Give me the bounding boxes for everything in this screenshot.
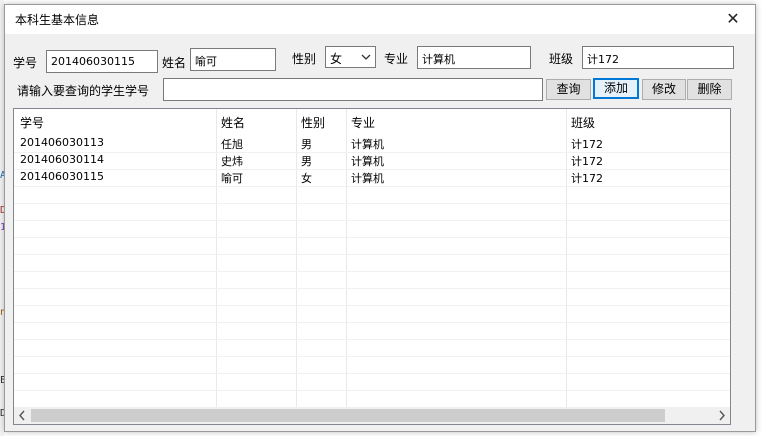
row-divider xyxy=(14,390,730,391)
add-button[interactable]: 添加 xyxy=(593,78,639,99)
cell-name: 史炜 xyxy=(221,155,243,168)
scrollbar-thumb[interactable] xyxy=(31,409,665,422)
cell-gender: 女 xyxy=(301,172,312,185)
student-info-dialog: 本科生基本信息 ✕ 学号 201406030115 姓名 喻可 性别 女 专业 … xyxy=(4,4,756,432)
search-prompt-label: 请输入要查询的学生学号 xyxy=(17,84,150,98)
cell-class: 计172 xyxy=(571,155,603,168)
row-divider xyxy=(14,339,730,340)
gender-select-value: 女 xyxy=(330,52,343,66)
window-title: 本科生基本信息 xyxy=(15,13,100,27)
row-divider xyxy=(14,373,730,374)
cell-gender: 男 xyxy=(301,138,312,151)
row-divider xyxy=(14,169,730,170)
name-label: 姓名 xyxy=(162,56,187,70)
cell-student-id: 201406030113 xyxy=(20,136,104,149)
table-row[interactable]: 201406030115 喻可 女 计算机 计172 xyxy=(14,169,730,186)
row-divider xyxy=(14,152,730,153)
cell-class: 计172 xyxy=(571,138,603,151)
cell-major: 计算机 xyxy=(351,155,384,168)
cell-name: 任旭 xyxy=(221,138,243,151)
delete-button[interactable]: 删除 xyxy=(687,79,732,100)
student-id-input[interactable]: 201406030115 xyxy=(46,50,158,73)
row-divider xyxy=(14,203,730,204)
column-header-student-id[interactable]: 学号 xyxy=(20,114,44,131)
row-divider xyxy=(14,322,730,323)
row-divider xyxy=(14,356,730,357)
row-divider xyxy=(14,271,730,272)
table-body: 201406030113 任旭 男 计算机 计172 201406030114 … xyxy=(14,135,730,186)
major-input[interactable]: 计算机 xyxy=(417,46,531,69)
student-table[interactable]: 学号 姓名 性别 专业 班级 201406030113 任旭 男 计算机 计17… xyxy=(13,108,731,425)
class-input[interactable]: 计172 xyxy=(582,46,734,69)
query-button[interactable]: 查询 xyxy=(546,79,591,100)
scroll-left-icon[interactable] xyxy=(18,410,26,421)
column-header-gender[interactable]: 性别 xyxy=(301,114,325,131)
gender-label: 性别 xyxy=(292,52,317,66)
cell-name: 喻可 xyxy=(221,172,243,185)
cell-major: 计算机 xyxy=(351,172,384,185)
name-input[interactable]: 喻可 xyxy=(190,48,276,71)
row-divider xyxy=(14,237,730,238)
chevron-down-icon xyxy=(361,54,371,60)
cell-student-id: 201406030114 xyxy=(20,153,104,166)
student-id-label: 学号 xyxy=(13,56,38,70)
table-row[interactable]: 201406030114 史炜 男 计算机 计172 xyxy=(14,152,730,169)
row-divider xyxy=(14,254,730,255)
table-row[interactable]: 201406030113 任旭 男 计算机 计172 xyxy=(14,135,730,152)
cell-major: 计算机 xyxy=(351,138,384,151)
cell-student-id: 201406030115 xyxy=(20,170,104,183)
column-header-class[interactable]: 班级 xyxy=(571,114,595,131)
column-header-major[interactable]: 专业 xyxy=(351,114,375,131)
horizontal-scrollbar[interactable] xyxy=(14,407,730,424)
gender-select[interactable]: 女 xyxy=(325,46,376,68)
row-divider xyxy=(14,186,730,187)
cell-gender: 男 xyxy=(301,155,312,168)
scroll-right-icon[interactable] xyxy=(718,410,726,421)
table-header: 学号 姓名 性别 专业 班级 xyxy=(14,109,730,135)
column-header-name[interactable]: 姓名 xyxy=(221,114,245,131)
row-divider xyxy=(14,220,730,221)
row-divider xyxy=(14,288,730,289)
close-button[interactable]: ✕ xyxy=(711,5,755,34)
search-student-id-input[interactable] xyxy=(163,78,543,101)
modify-button[interactable]: 修改 xyxy=(642,79,686,100)
major-label: 专业 xyxy=(384,52,409,66)
row-divider xyxy=(14,305,730,306)
title-bar: 本科生基本信息 ✕ xyxy=(5,5,755,34)
class-label: 班级 xyxy=(549,52,574,66)
cell-class: 计172 xyxy=(571,172,603,185)
